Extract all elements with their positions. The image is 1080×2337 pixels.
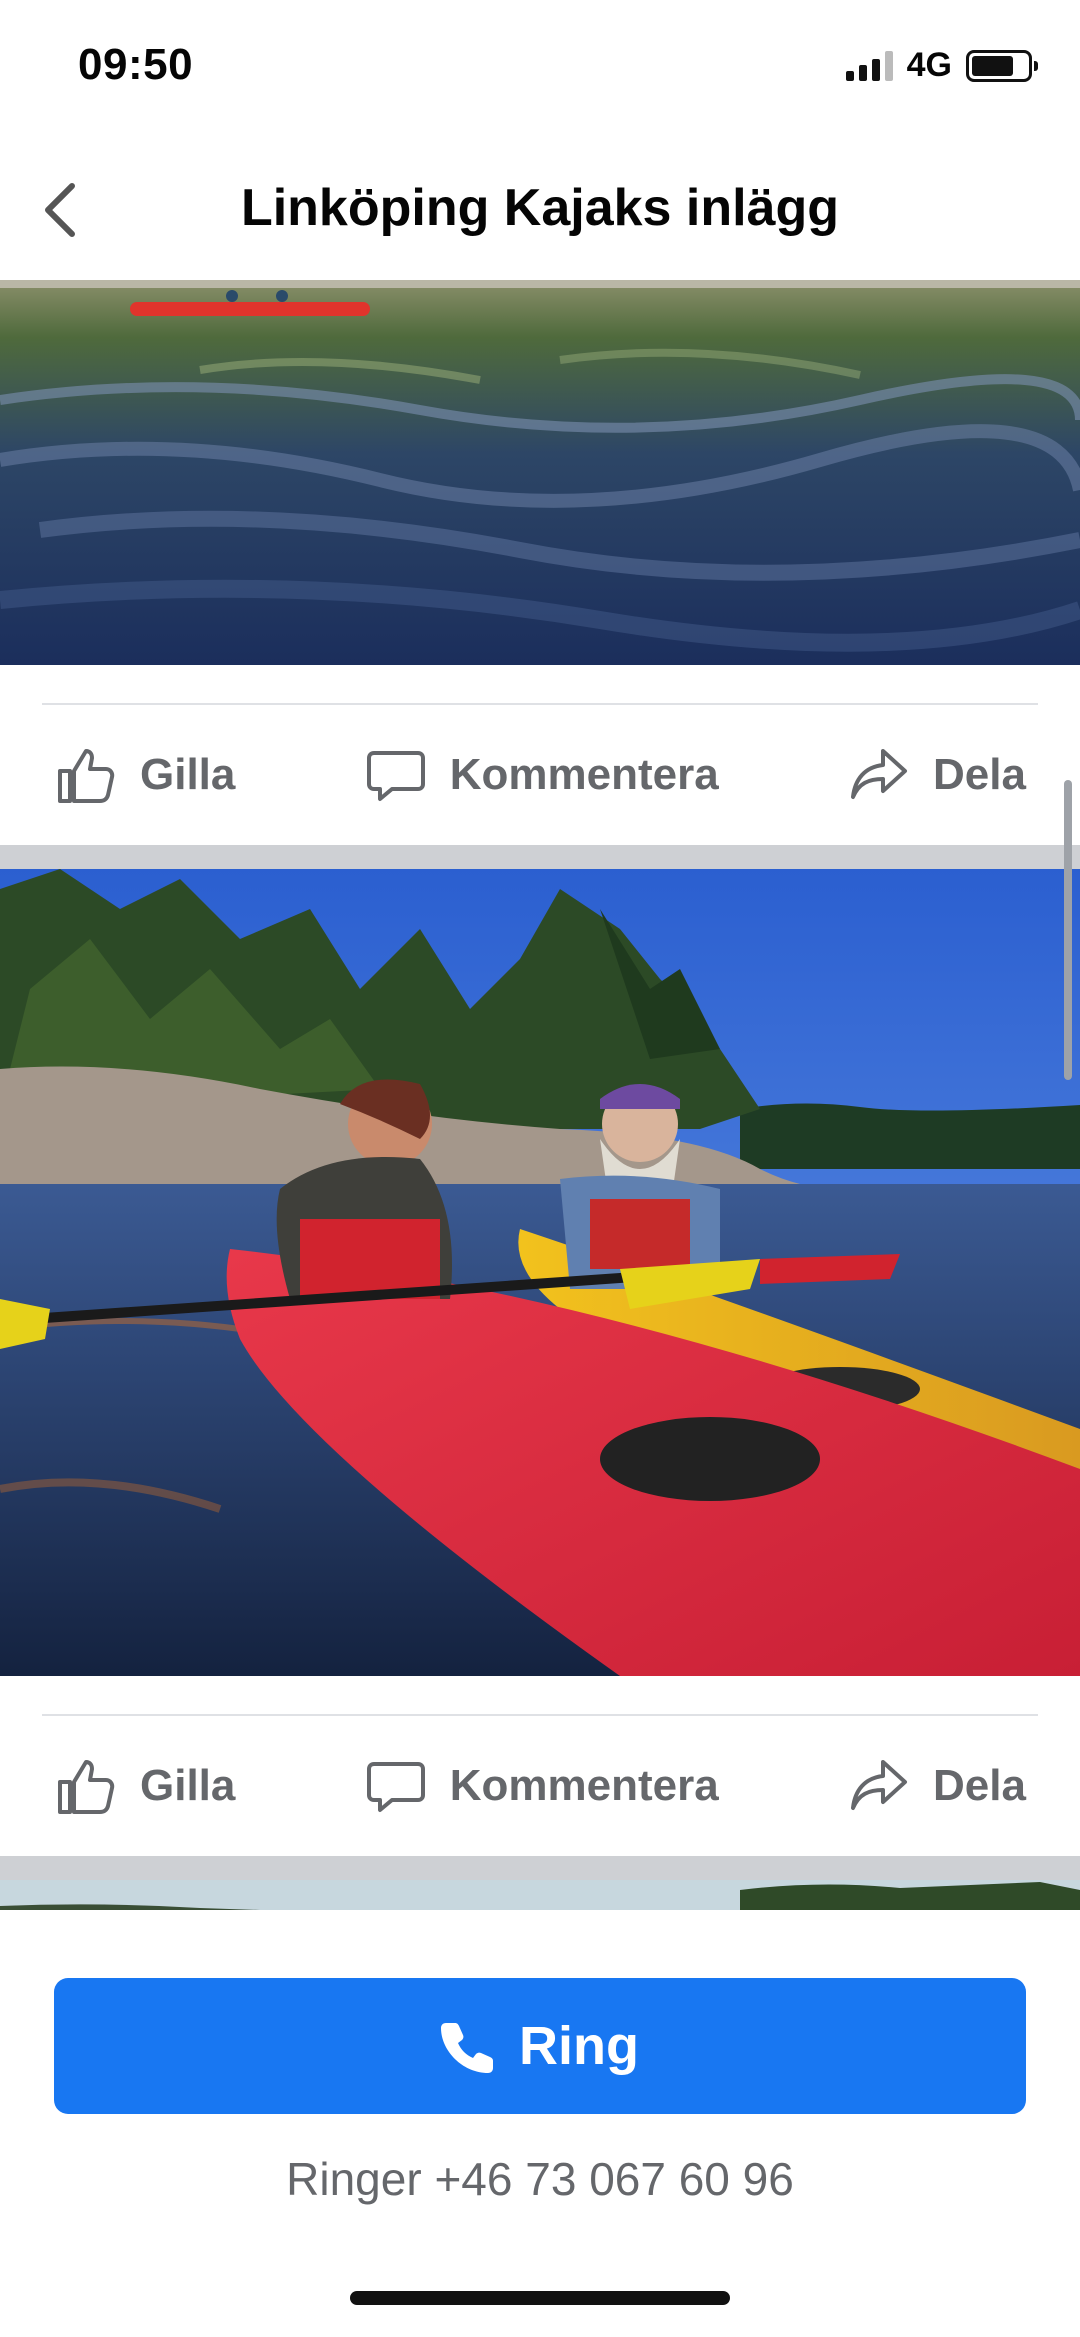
comment-icon [366,751,425,801]
call-subtitle: Ringer +46 73 067 60 96 [286,2153,794,2205]
page-header: Linköping Kajaks inlägg [0,140,1080,280]
comment-label: Kommentera [449,1761,719,1810]
network-type: 4G [906,46,952,84]
post-actions: Gilla Kommentera Dela [0,705,1080,845]
share-label: Dela [933,1761,1026,1810]
like-label: Gilla [140,750,236,799]
status-time: 09:50 [78,40,194,89]
like-label: Gilla [140,1761,236,1810]
status-bar: 09:50 4G [0,0,1080,140]
call-bar: Ring Ringer +46 73 067 60 96 [0,1910,1080,2337]
post-feed[interactable]: Gilla Kommentera Dela Gilla Kommentera D… [0,280,1080,1920]
like-button[interactable]: Gilla [54,743,235,807]
post-separator [0,845,1080,869]
call-button-label: Ring [519,2016,639,2076]
share-button[interactable]: Dela [847,1754,1026,1818]
share-icon [851,749,908,799]
page-title: Linköping Kajaks inlägg [240,179,840,237]
comment-label: Kommentera [449,750,719,799]
post-photo-water[interactable] [0,280,1080,665]
signal-icon [845,50,893,81]
post-separator [0,1856,1080,1880]
post-actions: Gilla Kommentera Dela [0,1716,1080,1856]
post-photo-kayaks[interactable] [0,869,1080,1676]
thumbs-up-icon [58,1760,115,1814]
comment-icon [366,1762,425,1812]
scroll-indicator[interactable] [1064,780,1072,1080]
status-indicators: 4G [845,46,1038,85]
battery-icon [966,49,1038,82]
share-label: Dela [933,750,1026,799]
like-button[interactable]: Gilla [54,1754,235,1818]
comment-button[interactable]: Kommentera [364,743,719,807]
home-indicator[interactable] [350,2291,730,2305]
share-button[interactable]: Dela [847,743,1026,807]
share-icon [851,1760,908,1810]
call-button[interactable]: Ring [54,1978,1026,2114]
thumbs-up-icon [58,749,115,803]
phone-icon [441,2023,493,2073]
comment-button[interactable]: Kommentera [364,1754,719,1818]
